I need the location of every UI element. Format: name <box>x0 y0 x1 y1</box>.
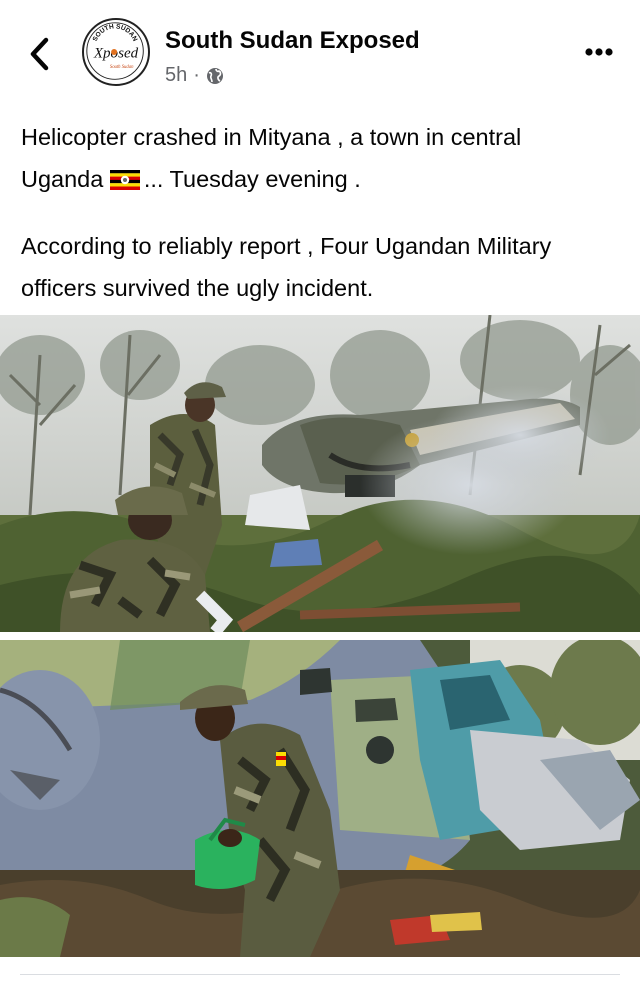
post-line-2: Uganda ... Tuesday evening . <box>21 159 621 201</box>
post-line-2-start: Uganda <box>21 165 110 192</box>
page-name[interactable]: South Sudan Exposed <box>165 27 420 55</box>
post-divider <box>20 974 620 975</box>
globe-icon <box>206 67 223 84</box>
post-photo-2[interactable] <box>0 640 640 957</box>
post-text: Helicopter crashed in Mityana , a town i… <box>21 117 621 309</box>
crash-scene-photo-2 <box>0 640 640 957</box>
more-horizontal-icon[interactable] <box>580 38 620 66</box>
chevron-left-icon[interactable] <box>24 36 56 72</box>
meta-separator: · <box>193 64 200 86</box>
post-time[interactable]: 5h <box>165 64 187 87</box>
page-avatar[interactable]: SOUTH SUDAN Xposed South Sudan <box>82 18 150 86</box>
post-meta: 5h · <box>165 64 224 87</box>
crash-scene-photo-1 <box>0 315 640 632</box>
post-photo-1[interactable] <box>0 315 640 632</box>
uganda-flag-icon <box>109 169 140 190</box>
post-line-1: Helicopter crashed in Mityana , a town i… <box>21 124 522 150</box>
post-paragraph-2: According to reliably report , Four Ugan… <box>21 233 552 301</box>
post-line-2-end: ... Tuesday evening . <box>143 165 361 192</box>
post-header: SOUTH SUDAN Xposed South Sudan South Sud… <box>0 0 640 104</box>
svg-text:South Sudan: South Sudan <box>110 65 134 70</box>
xposed-logo: SOUTH SUDAN Xposed South Sudan <box>86 22 144 80</box>
